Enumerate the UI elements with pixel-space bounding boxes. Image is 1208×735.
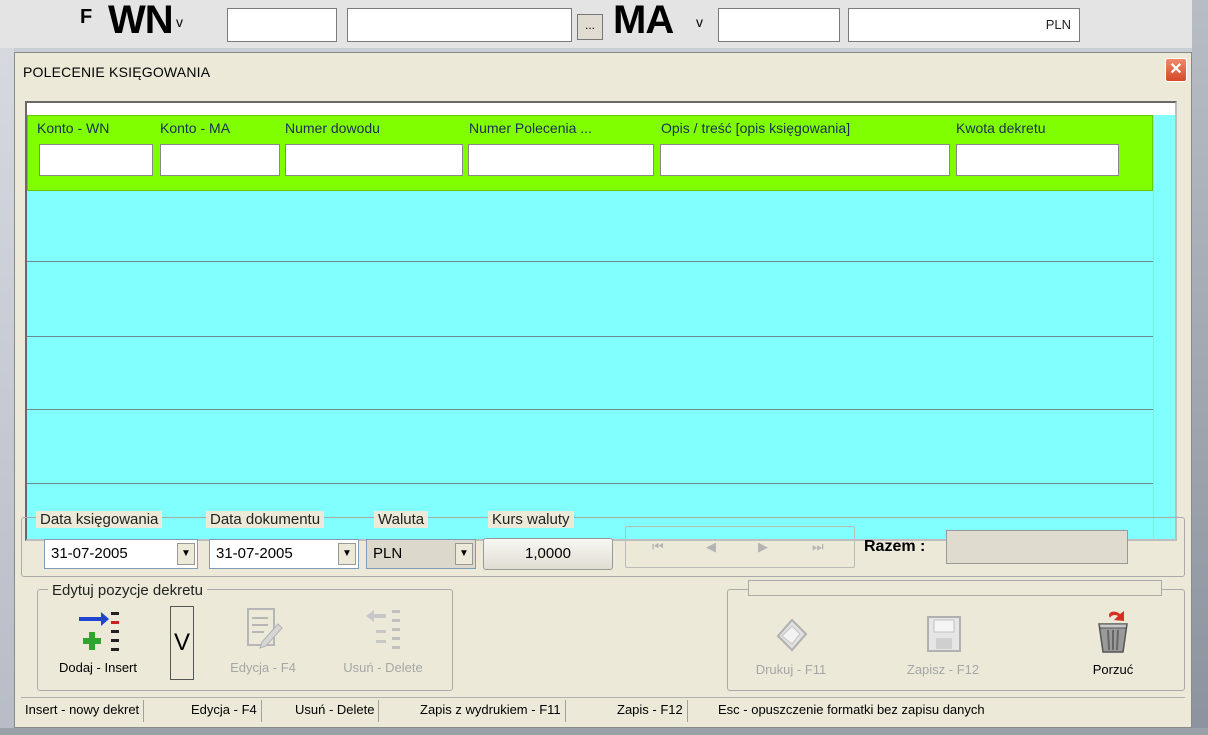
numer-polecenia-input[interactable] (468, 144, 654, 176)
chevron-down-icon[interactable]: ▼ (338, 543, 356, 565)
progress-bar (748, 580, 1162, 596)
status-insert: Insert - nowy dekret (21, 700, 145, 722)
status-save: Zapis - F12 (613, 700, 688, 722)
data-ksiegowania-label: Data księgowania (36, 511, 163, 528)
add-entry-icon (79, 612, 119, 651)
background-left-edge (0, 48, 14, 735)
trash-bin-icon (1098, 611, 1128, 653)
waluta-label: Waluta (374, 511, 429, 528)
chevron-down-icon[interactable]: ▼ (177, 543, 195, 565)
posting-order-dialog: POLECENIE KSIĘGOWANIA ✕ Konto - WN Konto… (14, 52, 1192, 728)
kurs-waluty-label: Kurs waluty (488, 511, 574, 528)
column-header-konto-ma: Konto - MA (160, 120, 231, 136)
grid-row-divider (27, 261, 1153, 262)
grid-row-divider (27, 483, 1153, 484)
status-delete: Usuń - Delete (291, 700, 380, 722)
next-record-icon[interactable]: ▶ (758, 539, 768, 555)
previous-record-icon[interactable]: ◀ (706, 539, 716, 555)
data-ksiegowania-select[interactable]: 31-07-2005 ▼ (44, 539, 198, 569)
cancel-label: Porzuć (1092, 662, 1134, 677)
dialog-titlebar[interactable]: POLECENIE KSIĘGOWANIA ✕ (15, 53, 1191, 93)
status-save-print: Zapis z wydrukiem - F11 (416, 700, 566, 722)
record-navigator: ⏮ ◀ ▶ ⏭ (625, 526, 855, 568)
grid-header: Konto - WN Konto - MA Numer dowodu Numer… (27, 115, 1153, 191)
add-insert-button[interactable]: Dodaj - Insert (50, 608, 146, 675)
chevron-down-icon[interactable]: ▼ (455, 543, 473, 565)
grid-scroll-area[interactable] (1153, 115, 1175, 539)
print-label: Drukuj - F11 (755, 662, 827, 677)
dialog-title: POLECENIE KSIĘGOWANIA (23, 64, 211, 80)
background-amount-field[interactable]: PLN (848, 8, 1080, 42)
background-right-edge (1192, 0, 1208, 735)
kurs-waluty-button[interactable]: 1,0000 (483, 538, 613, 570)
data-dokumentu-label: Data dokumentu (206, 511, 325, 528)
actions-group: Drukuj - F11 Zapisz - F12 Porzuć (727, 580, 1185, 691)
background-ma-field[interactable] (718, 8, 840, 42)
background-currency-label: PLN (1045, 17, 1071, 32)
save-disk-icon (927, 616, 961, 652)
edit-document-icon (247, 608, 283, 649)
v-button[interactable]: V (170, 606, 194, 680)
background-ma-label: MA (613, 0, 674, 42)
grid-row-divider (27, 409, 1153, 410)
grid-row-divider (27, 336, 1153, 337)
delete-label: Usuń - Delete (343, 660, 423, 675)
column-header-kwota-dekretu: Kwota dekretu (956, 120, 1046, 136)
close-button[interactable]: ✕ (1165, 58, 1187, 82)
background-f-label: F (80, 6, 93, 28)
waluta-select[interactable]: PLN ▼ (366, 539, 476, 569)
background-wn-label: WN (108, 0, 174, 42)
konto-wn-input[interactable] (39, 144, 153, 176)
data-ksiegowania-value: 31-07-2005 (51, 545, 128, 562)
background-wn-v-mark: v (176, 14, 183, 30)
status-edit: Edycja - F4 (187, 700, 262, 722)
add-insert-label: Dodaj - Insert (58, 660, 138, 675)
column-header-numer-polecenia: Numer Polecenia ... (469, 120, 592, 136)
background-browse-button[interactable]: ... (577, 14, 603, 40)
status-escape: Esc - opuszczenie formatki bez zapisu da… (718, 702, 985, 717)
first-record-icon[interactable]: ⏮ (652, 539, 664, 555)
edit-f4-label: Edycja - F4 (230, 660, 296, 675)
razem-field (946, 530, 1128, 564)
edit-f4-button[interactable]: Edycja - F4 (208, 606, 318, 675)
data-dokumentu-select[interactable]: 31-07-2005 ▼ (209, 539, 359, 569)
column-header-numer-dowodu: Numer dowodu (285, 120, 380, 136)
save-f12-button[interactable]: Zapisz - F12 (888, 614, 998, 677)
status-bar: Insert - nowy dekret Edycja - F4 Usuń - … (21, 697, 1185, 723)
column-header-konto-wn: Konto - WN (37, 120, 110, 136)
numer-dowodu-input[interactable] (285, 144, 463, 176)
delete-entry-icon (366, 610, 400, 649)
edit-entries-label: Edytuj pozycje dekretu (48, 582, 207, 599)
posting-parameters-group: Data księgowania Data dokumentu Waluta K… (21, 511, 1185, 577)
save-label: Zapisz - F12 (906, 662, 980, 677)
print-f11-button[interactable]: Drukuj - F11 (736, 614, 846, 677)
edit-entries-group: Edytuj pozycje dekretu Dodaj - Insert V (37, 582, 453, 691)
column-header-opis: Opis / treść [opis księgowania] (661, 120, 851, 136)
kwota-dekretu-input[interactable] (956, 144, 1119, 176)
close-icon: ✕ (1169, 61, 1183, 78)
background-bottom-edge (0, 728, 1208, 735)
waluta-value: PLN (373, 545, 403, 562)
delete-button[interactable]: Usuń - Delete (328, 606, 438, 675)
background-ma-v-mark: v (696, 14, 703, 30)
background-wn-field[interactable] (227, 8, 337, 42)
konto-ma-input[interactable] (160, 144, 280, 176)
opis-input[interactable] (660, 144, 950, 176)
razem-label: Razem : (864, 538, 926, 555)
data-dokumentu-value: 31-07-2005 (216, 545, 293, 562)
background-wn-name-field[interactable] (347, 8, 572, 42)
print-icon (776, 618, 808, 652)
cancel-button[interactable]: Porzuć (1058, 608, 1168, 677)
last-record-icon[interactable]: ⏭ (812, 539, 824, 555)
